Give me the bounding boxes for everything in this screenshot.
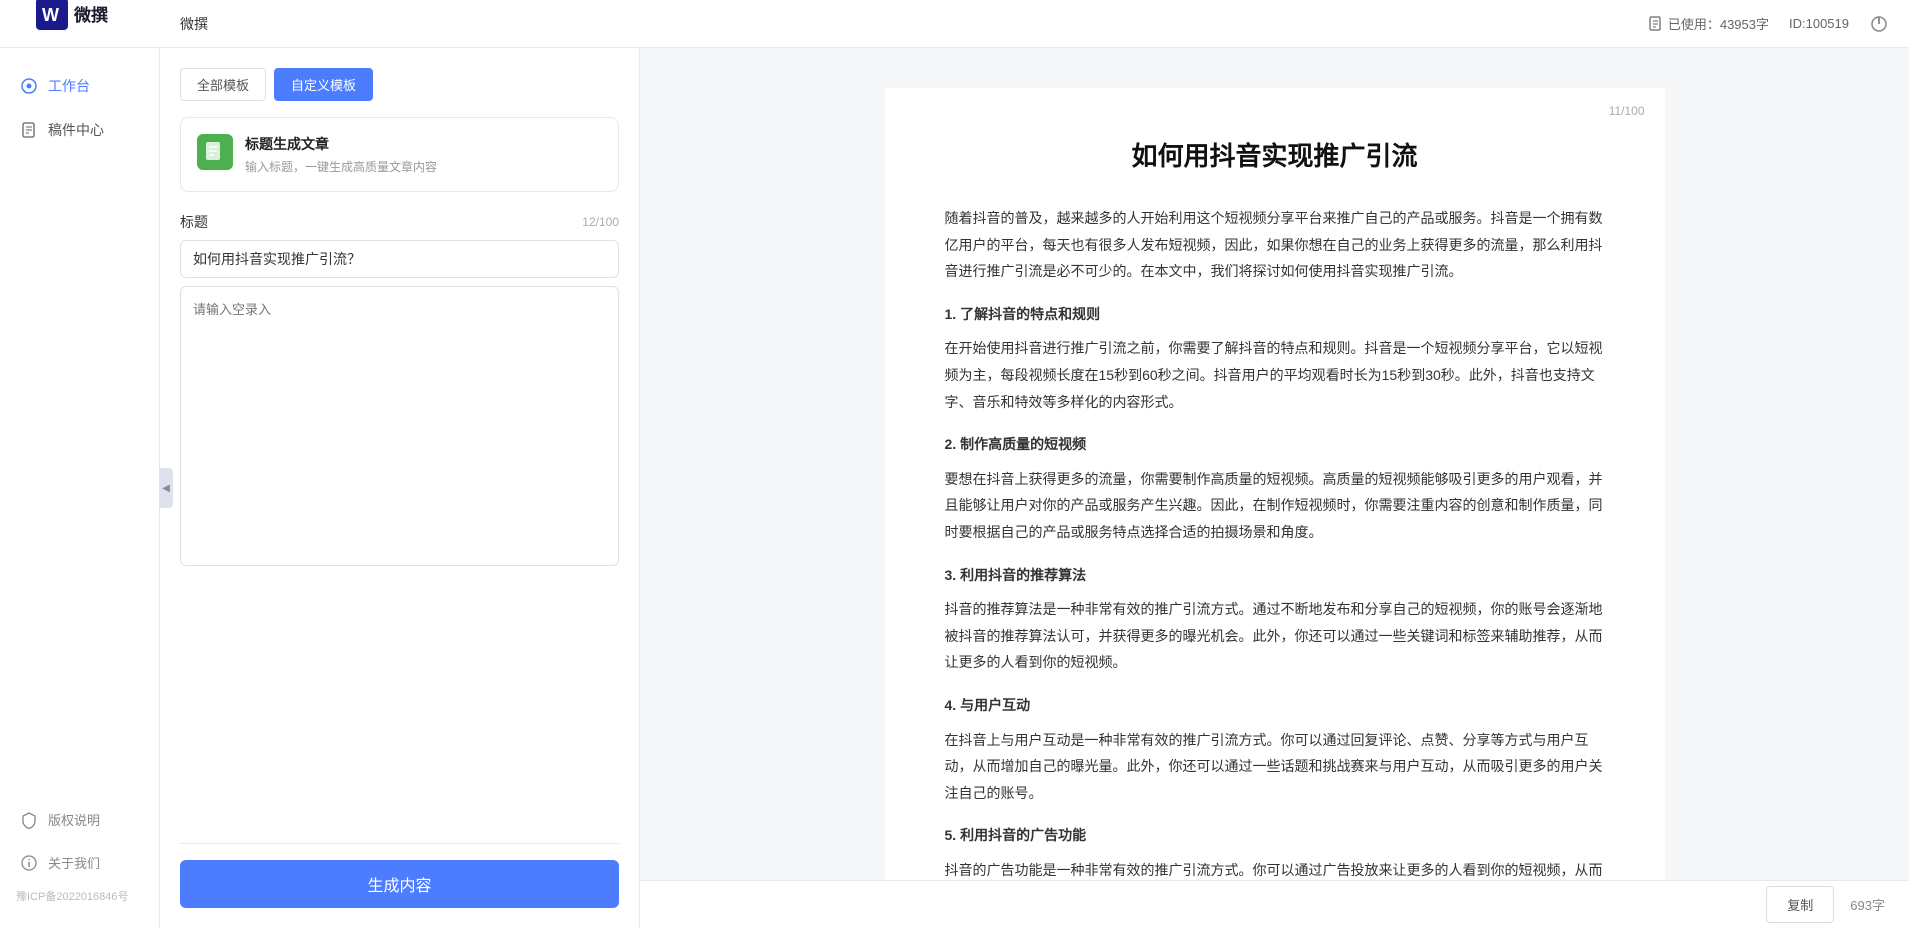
doc-green-icon — [204, 141, 226, 163]
section-1-title: 1. 了解抖音的特点和规则 — [945, 301, 1605, 328]
info-icon — [20, 854, 38, 872]
preview-area[interactable]: 11/100 如何用抖音实现推广引流 随着抖音的普及，越来越多的人开始利用这个短… — [640, 48, 1909, 880]
icp-text: 豫ICP备2022016846号 — [0, 884, 159, 908]
svg-text:W: W — [42, 5, 59, 25]
preview-footer: 复制 693字 — [640, 880, 1909, 928]
generate-button[interactable]: 生成内容 — [180, 860, 619, 908]
section-3-content: 抖音的推荐算法是一种非常有效的推广引流方式。通过不断地发布和分享自己的短视频，你… — [945, 596, 1605, 676]
title-input[interactable] — [180, 240, 619, 278]
topbar-right: 已使用：43953字 ID:100519 — [1648, 14, 1889, 34]
article-container: 11/100 如何用抖音实现推广引流 随着抖音的普及，越来越多的人开始利用这个短… — [885, 88, 1665, 880]
main-layout: 工作台 稿件中心 版权说明 — [0, 48, 1909, 928]
template-info: 标题生成文章 输入标题，一键生成高质量文章内容 — [245, 134, 437, 175]
logo-area: W 微撰 — [20, 0, 180, 50]
collapse-sidebar-button[interactable]: ◀ — [159, 468, 173, 508]
section-5-content: 抖音的广告功能是一种非常有效的推广引流方式。你可以通过广告投放来让更多的人看到你… — [945, 857, 1605, 880]
usage-area: 已使用：43953字 — [1648, 14, 1769, 33]
sidebar-nav: 工作台 稿件中心 — [0, 64, 159, 798]
tab-custom-templates[interactable]: 自定义模板 — [274, 68, 373, 101]
copy-button[interactable]: 复制 — [1766, 886, 1834, 923]
section-2-title: 2. 制作高质量的短视频 — [945, 431, 1605, 458]
topbar-title: 微撰 — [180, 14, 208, 34]
right-panel: 11/100 如何用抖音实现推广引流 随着抖音的普及，越来越多的人开始利用这个短… — [640, 48, 1909, 928]
content-textarea[interactable] — [180, 286, 619, 566]
left-panel-bottom: 生成内容 — [180, 827, 619, 908]
sidebar-item-copyright[interactable]: 版权说明 — [0, 798, 159, 841]
article-title: 如何用抖音实现推广引流 — [945, 136, 1605, 173]
draft-icon — [20, 121, 38, 139]
section-1-content: 在开始使用抖音进行推广引流之前，你需要了解抖音的特点和规则。抖音是一个短视频分享… — [945, 335, 1605, 415]
file-usage-icon — [1648, 16, 1664, 32]
tab-all-templates[interactable]: 全部模板 — [180, 68, 266, 101]
template-name: 标题生成文章 — [245, 134, 437, 154]
sidebar-item-copyright-label: 版权说明 — [48, 810, 100, 829]
sidebar-item-workbench-label: 工作台 — [48, 76, 90, 96]
section-2-content: 要想在抖音上获得更多的流量，你需要制作高质量的短视频。高质量的短视频能够吸引更多… — [945, 466, 1605, 546]
form-section: 标题 12/100 — [180, 212, 619, 569]
sidebar-item-drafts-label: 稿件中心 — [48, 120, 104, 140]
usage-text: 已使用：43953字 — [1668, 14, 1769, 33]
left-panel: 全部模板 自定义模板 标题生成文章 输入标题，一键生成高质量文章内容 标题 — [160, 48, 640, 928]
sidebar-item-about[interactable]: 关于我们 — [0, 841, 159, 884]
page-counter: 11/100 — [1609, 104, 1645, 118]
template-tabs: 全部模板 自定义模板 — [180, 68, 619, 101]
sidebar-item-drafts[interactable]: 稿件中心 — [0, 108, 159, 152]
sidebar-item-about-label: 关于我们 — [48, 853, 100, 872]
logo-text: 微撰 — [74, 1, 108, 26]
home-icon — [20, 77, 38, 95]
template-desc: 输入标题，一键生成高质量文章内容 — [245, 158, 437, 175]
title-label-row: 标题 12/100 — [180, 212, 619, 232]
sidebar-bottom: 版权说明 关于我们 豫ICP备2022016846号 — [0, 798, 159, 928]
template-card-icon — [197, 134, 233, 170]
template-card[interactable]: 标题生成文章 输入标题，一键生成高质量文章内容 — [180, 117, 619, 192]
topbar: W 微撰 微撰 已使用：43953字 ID:100519 — [0, 0, 1909, 48]
sidebar: 工作台 稿件中心 版权说明 — [0, 48, 160, 928]
article-intro: 随着抖音的普及，越来越多的人开始利用这个短视频分享平台来推广自己的产品或服务。抖… — [945, 205, 1605, 285]
sidebar-item-workbench[interactable]: 工作台 — [0, 64, 159, 108]
section-5-title: 5. 利用抖音的广告功能 — [945, 822, 1605, 849]
shield-icon — [20, 811, 38, 829]
power-icon[interactable] — [1869, 14, 1889, 34]
divider — [180, 843, 619, 844]
word-count: 693字 — [1850, 895, 1885, 914]
section-4-title: 4. 与用户互动 — [945, 692, 1605, 719]
article-body: 随着抖音的普及，越来越多的人开始利用这个短视频分享平台来推广自己的产品或服务。抖… — [945, 205, 1605, 880]
id-info: ID:100519 — [1789, 16, 1849, 31]
section-3-title: 3. 利用抖音的推荐算法 — [945, 562, 1605, 589]
title-count: 12/100 — [582, 215, 619, 229]
logo-icon: W — [36, 0, 68, 30]
section-4-content: 在抖音上与用户互动是一种非常有效的推广引流方式。你可以通过回复评论、点赞、分享等… — [945, 727, 1605, 807]
title-label: 标题 — [180, 212, 208, 232]
